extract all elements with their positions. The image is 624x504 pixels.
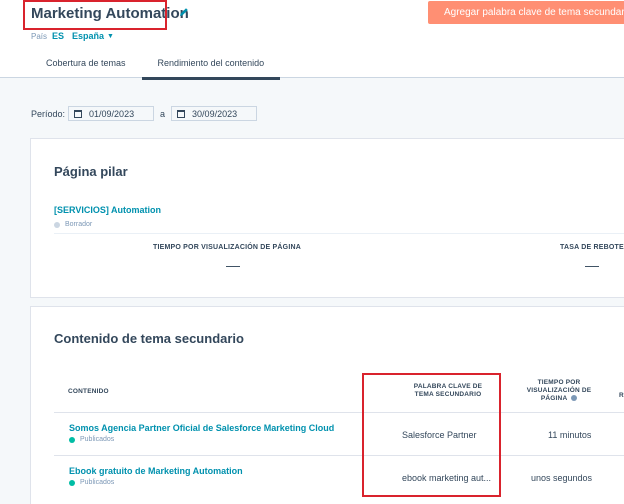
- pillar-page-card: Página pilar [SERVICIOS] Automation Borr…: [30, 138, 624, 298]
- table-header-divider: [54, 412, 624, 413]
- tab-topic-coverage[interactable]: Cobertura de temas: [30, 56, 142, 80]
- title-highlight-box: [23, 0, 167, 30]
- draft-status-label: Borrador: [65, 221, 93, 228]
- table-row-title-1[interactable]: Somos Agencia Partner Oficial de Salesfo…: [69, 423, 334, 433]
- start-date-value: 01/09/2023: [89, 108, 135, 119]
- draft-status: Borrador: [54, 221, 92, 228]
- column-header-time-label: TIEMPO POR VISUALIZACIÓN DE PÁGINA: [526, 379, 592, 402]
- table-row-time-2: unos segundos: [531, 473, 593, 483]
- metric-value-time: —: [226, 257, 240, 273]
- pencil-icon[interactable]: [178, 6, 190, 18]
- keyword-column-highlight-box: [362, 373, 501, 497]
- column-header-time[interactable]: TIEMPO POR VISUALIZACIÓN DE PÁGINA: [519, 379, 599, 403]
- end-date-value: 30/09/2023: [192, 108, 238, 119]
- country-name[interactable]: España: [72, 31, 104, 41]
- pillar-card-title: Página pilar: [54, 164, 128, 179]
- period-label: Período:: [31, 108, 66, 119]
- calendar-icon: [74, 109, 83, 118]
- status-dot-icon: [69, 479, 75, 486]
- status-dot-icon: [69, 436, 75, 443]
- table-row-time-1: 11 minutos: [548, 430, 592, 440]
- status-dot-icon: [54, 221, 60, 228]
- table-row-divider: [54, 455, 624, 456]
- period-separator: a: [160, 108, 166, 119]
- period-selector: Período: 01/09/2023 a 30/09/2023: [31, 106, 258, 121]
- tab-bar: Cobertura de temas Rendimiento del conte…: [30, 56, 281, 80]
- metric-value-bounce: —: [585, 257, 599, 273]
- published-label: Publicados: [80, 436, 115, 443]
- table-row-status-1: Publicados: [69, 436, 114, 443]
- pillar-page-link[interactable]: [SERVICIOS] Automation: [54, 205, 161, 215]
- table-row-status-2: Publicados: [69, 479, 114, 486]
- table-row-title-2[interactable]: Ebook gratuito de Marketing Automation: [69, 466, 243, 476]
- column-header-extra[interactable]: R: [619, 392, 624, 400]
- end-date-field[interactable]: 30/09/2023: [171, 106, 258, 121]
- calendar-icon: [177, 109, 186, 118]
- tab-content-performance[interactable]: Rendimiento del contenido: [141, 56, 281, 80]
- add-subtopic-keyword-button[interactable]: Agregar palabra clave de tema secundario: [428, 1, 624, 24]
- country-label: País: [31, 31, 48, 41]
- column-header-content[interactable]: CONTENIDO: [68, 388, 109, 396]
- published-label: Publicados: [80, 479, 115, 486]
- chevron-down-icon[interactable]: ▼: [107, 33, 114, 40]
- subtopic-card-title: Contenido de tema secundario: [54, 331, 244, 346]
- divider: [54, 233, 624, 234]
- metric-label-time: TIEMPO POR VISUALIZACIÓN DE PÁGINA: [153, 244, 301, 251]
- info-icon[interactable]: [571, 395, 578, 402]
- country-code: ES: [52, 31, 65, 41]
- subtopic-content-card: Contenido de tema secundario CONTENIDO P…: [30, 306, 624, 504]
- start-date-field[interactable]: 01/09/2023: [68, 106, 155, 121]
- page-header: Marketing Automation Agregar palabra cla…: [0, 0, 624, 80]
- country-selector[interactable]: País ES España ▼: [31, 31, 114, 41]
- metric-label-bounce: TASA DE REBOTE: [560, 244, 624, 251]
